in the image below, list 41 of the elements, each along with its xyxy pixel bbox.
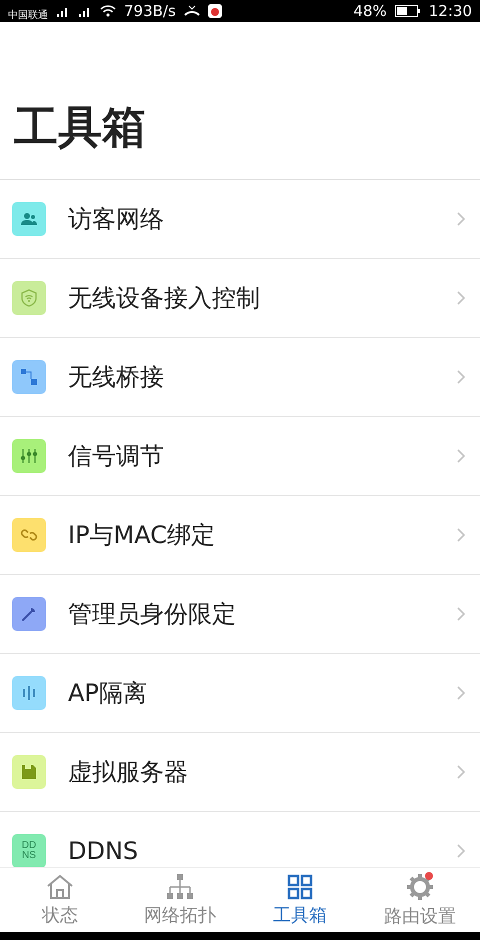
chevron-right-icon [456,448,466,464]
gear-icon [406,872,434,900]
tool-item[interactable]: 无线设备接入控制 [0,259,480,338]
sliders-icon [20,448,38,464]
page-title: 工具箱 [14,101,146,155]
grid-icon [287,874,313,900]
home-icon [45,874,75,900]
tool-item[interactable]: 无线桥接 [0,338,480,417]
signal-icon [56,5,70,17]
chevron-right-icon [456,606,466,622]
wifi-icon [100,5,116,17]
wrench-icon [21,606,37,622]
carrier-name: 中国联通 [8,8,48,22]
tool-item[interactable]: IP与MAC绑定 [0,496,480,575]
tool-item[interactable]: 信号调节 [0,417,480,496]
people-icon [21,213,37,225]
chevron-right-icon [456,685,466,701]
signal-icon [78,5,92,17]
nav-tab[interactable]: 工具箱 [240,868,360,932]
app-notification-icon [208,4,222,18]
chevron-right-icon [456,211,466,227]
tool-item[interactable]: 虚拟服务器 [0,733,480,812]
battery-icon [394,5,421,17]
chevron-right-icon [456,527,466,543]
chevron-right-icon [456,764,466,780]
tool-item[interactable]: 管理员身份限定 [0,575,480,654]
battery-percent: 48% [353,2,387,20]
missed-call-icon [184,5,200,17]
nodes-icon [20,368,38,386]
tool-item[interactable]: 访客网络 [0,180,480,259]
tool-icon: DD NS [12,834,46,867]
network-speed: 793B/s [124,2,176,20]
shield-wifi-icon [21,289,37,307]
hierarchy-icon [165,874,195,900]
link-icon [20,528,38,542]
chevron-right-icon [456,843,466,859]
clock-time: 12:30 [428,2,472,20]
chevron-right-icon [456,369,466,385]
tool-item[interactable]: AP隔离 [0,654,480,733]
bars-icon [21,686,37,700]
chevron-right-icon [456,290,466,306]
